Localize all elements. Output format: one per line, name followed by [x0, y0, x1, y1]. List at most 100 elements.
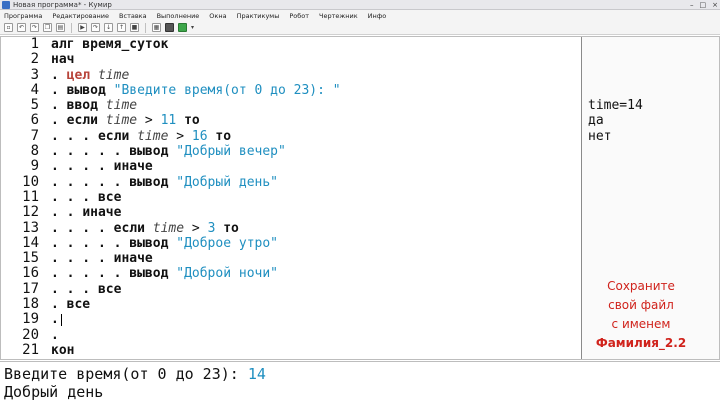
- table-icon[interactable]: ▦: [152, 23, 161, 32]
- console-prompt-line: Введите время(от 0 до 23): 14: [4, 365, 720, 383]
- indent-marker: . . . . .: [51, 235, 130, 251]
- code-line[interactable]: .: [51, 328, 581, 343]
- code-line[interactable]: . . . все: [51, 282, 581, 297]
- code-line[interactable]: нач: [51, 52, 581, 67]
- code-line[interactable]: . цел time: [51, 68, 581, 83]
- code-line[interactable]: кон: [51, 343, 581, 358]
- menu-practicums[interactable]: Практикумы: [237, 12, 280, 20]
- note-filename: Фамилия_2.2: [595, 336, 687, 350]
- code-line[interactable]: . . . . . вывод "Доброй ночи": [51, 266, 581, 281]
- line-number: 10: [22, 173, 39, 190]
- line-number: 9: [30, 158, 39, 175]
- step-over-icon[interactable]: ↷: [91, 23, 100, 32]
- code-token: все: [97, 281, 122, 297]
- chevron-down-icon[interactable]: ▾: [191, 24, 194, 31]
- code-line[interactable]: . все: [51, 297, 581, 312]
- code-token: >: [137, 113, 161, 129]
- line-number: 1: [30, 36, 39, 52]
- code-editor[interactable]: 1 2 3 4 5 6 7 8 9 10 11 12 13 14 15 16 17 18 19 20 21 алг вр…: [0, 36, 720, 360]
- close-button[interactable]: ×: [712, 0, 718, 10]
- code-token: вывод: [66, 82, 114, 98]
- line-number: 11: [22, 188, 39, 205]
- window-controls: – □ ×: [690, 0, 718, 10]
- save-instruction-note: Сохраните свой файл с именем Фамилия_2.2: [582, 277, 700, 353]
- undo-icon[interactable]: ↶: [17, 23, 26, 32]
- margin-value-line-6: да: [588, 113, 604, 128]
- code-token: вывод: [129, 266, 177, 282]
- code-token: иначе: [113, 159, 153, 175]
- new-file-icon[interactable]: ▫: [4, 23, 13, 32]
- code-line[interactable]: . . . . . вывод "Доброе утро": [51, 236, 581, 251]
- console-prompt: Введите время(от 0 до 23):: [4, 365, 248, 383]
- code-line[interactable]: . . . . если time > 3 то: [51, 221, 581, 236]
- code-token: time: [105, 98, 138, 114]
- code-token: "Добрый вечер": [176, 144, 286, 160]
- code-area[interactable]: алг время_суток нач. цел time. вывод "Вве…: [51, 37, 581, 359]
- menu-run[interactable]: Выполнение: [157, 12, 200, 20]
- menu-drawer[interactable]: Чертежник: [319, 12, 358, 20]
- indent-marker: .: [51, 327, 59, 343]
- code-token: time: [152, 220, 185, 236]
- console-output[interactable]: Введите время(от 0 до 23): 14 Добрый ден…: [0, 361, 720, 405]
- line-number: 17: [22, 280, 39, 297]
- code-token: time: [137, 128, 169, 144]
- console-input-value: 14: [247, 365, 266, 383]
- code-line[interactable]: . ввод time: [51, 98, 581, 113]
- line-number: 3: [30, 66, 39, 83]
- code-line[interactable]: . . . . иначе: [51, 251, 581, 266]
- indent-marker: . . . . .: [51, 266, 130, 282]
- margin-value-line-7: нет: [588, 129, 612, 144]
- code-token: "Доброй ночи": [176, 266, 278, 282]
- run-icon[interactable]: ▶: [78, 23, 87, 32]
- indent-marker: . .: [51, 205, 83, 221]
- code-token: кон: [51, 342, 75, 358]
- code-token: вывод: [129, 174, 177, 190]
- code-token: алг время_суток: [51, 37, 169, 52]
- code-token: иначе: [113, 251, 153, 267]
- line-number: 6: [30, 112, 39, 129]
- line-number: 16: [22, 265, 39, 282]
- menu-windows[interactable]: Окна: [209, 12, 226, 20]
- code-line[interactable]: . если time > 11 то: [51, 113, 581, 128]
- code-line[interactable]: алг время_суток: [51, 37, 581, 52]
- menu-edit[interactable]: Редактирование: [52, 12, 109, 20]
- code-token: time: [97, 67, 130, 83]
- redo-icon[interactable]: ↷: [30, 23, 39, 32]
- code-line[interactable]: .: [51, 312, 581, 327]
- menu-robot[interactable]: Робот: [289, 12, 309, 20]
- robot-field-icon[interactable]: [165, 23, 174, 32]
- code-line[interactable]: . . иначе: [51, 205, 581, 220]
- grid-icon[interactable]: [178, 23, 187, 32]
- code-token: 11: [160, 113, 177, 129]
- line-number: 15: [22, 250, 39, 267]
- menu-program[interactable]: Программа: [4, 12, 42, 20]
- code-token: "Добрый день": [176, 174, 278, 190]
- code-line[interactable]: . . . . иначе: [51, 159, 581, 174]
- step-into-icon[interactable]: ↓: [104, 23, 113, 32]
- code-token: вывод: [129, 144, 177, 160]
- indent-marker: . . . . .: [51, 144, 130, 160]
- indent-marker: .: [51, 297, 67, 313]
- minimize-button[interactable]: –: [690, 0, 694, 10]
- code-line[interactable]: . вывод "Введите время(от 0 до 23): ": [51, 83, 581, 98]
- code-line[interactable]: . . . если time > 16 то: [51, 129, 581, 144]
- step-out-icon[interactable]: ↑: [117, 23, 126, 32]
- maximize-button[interactable]: □: [700, 0, 707, 10]
- code-token: вывод: [129, 235, 177, 251]
- line-number: 12: [22, 204, 39, 221]
- copy-icon[interactable]: ❐: [43, 23, 52, 32]
- code-line[interactable]: . . . все: [51, 190, 581, 205]
- indent-marker: . . .: [51, 281, 98, 297]
- line-number: 14: [22, 234, 39, 251]
- stop-icon[interactable]: ■: [130, 23, 139, 32]
- menu-bar: Программа Редактирование Вставка Выполне…: [0, 10, 720, 21]
- code-line[interactable]: . . . . . вывод "Добрый день": [51, 175, 581, 190]
- line-number: 5: [30, 97, 39, 114]
- line-number: 13: [22, 219, 39, 236]
- code-token: если: [66, 113, 106, 129]
- paste-icon[interactable]: ▤: [56, 23, 65, 32]
- indent-marker: .: [51, 82, 67, 98]
- menu-info[interactable]: Инфо: [368, 12, 387, 20]
- menu-insert[interactable]: Вставка: [119, 12, 147, 20]
- code-line[interactable]: . . . . . вывод "Добрый вечер": [51, 144, 581, 159]
